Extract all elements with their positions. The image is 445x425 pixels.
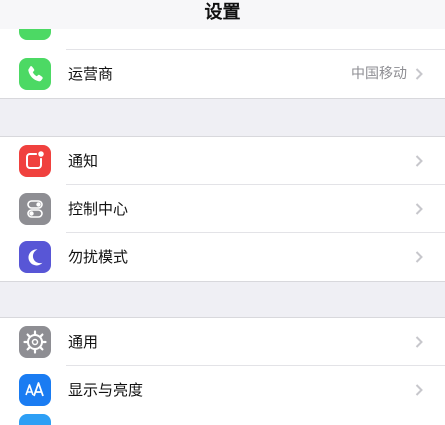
settings-group-general: 通用 显示与亮度 [0,317,445,414]
text-size-icon [19,374,51,406]
moon-icon [19,241,51,273]
settings-row-general[interactable]: 通用 [0,318,445,366]
partial-row-top[interactable] [0,29,445,50]
control-center-label: 控制中心 [68,200,129,218]
chevron-right-icon [415,203,423,215]
navigation-bar: 设置 [0,0,445,29]
partial-green-icon [19,29,51,40]
toggle-switches-icon [19,193,51,225]
carrier-value: 中国移动 [351,66,407,82]
phone-icon [19,58,51,90]
page-title: 设置 [204,2,241,23]
partial-blue-icon [19,414,51,425]
general-label: 通用 [68,333,99,351]
chevron-right-icon [415,155,423,167]
notification-icon [19,145,51,177]
do-not-disturb-label: 勿扰模式 [68,248,129,266]
partial-row-bottom[interactable] [0,412,445,425]
settings-group-carrier: 运营商 中国移动 [0,50,445,99]
notifications-label: 通知 [68,152,99,170]
settings-row-control-center[interactable]: 控制中心 [0,185,445,233]
display-brightness-label: 显示与亮度 [68,381,144,399]
settings-group-notifications: 通知 控制中心 勿扰模式 [0,136,445,282]
chevron-right-icon [415,384,423,396]
settings-row-display-brightness[interactable]: 显示与亮度 [0,366,445,414]
settings-row-notifications[interactable]: 通知 [0,137,445,185]
settings-row-do-not-disturb[interactable]: 勿扰模式 [0,233,445,281]
settings-row-carrier[interactable]: 运营商 中国移动 [0,50,445,98]
carrier-label: 运营商 [68,65,114,83]
gear-icon [19,326,51,358]
chevron-right-icon [415,336,423,348]
chevron-right-icon [415,251,423,263]
chevron-right-icon [415,68,423,80]
